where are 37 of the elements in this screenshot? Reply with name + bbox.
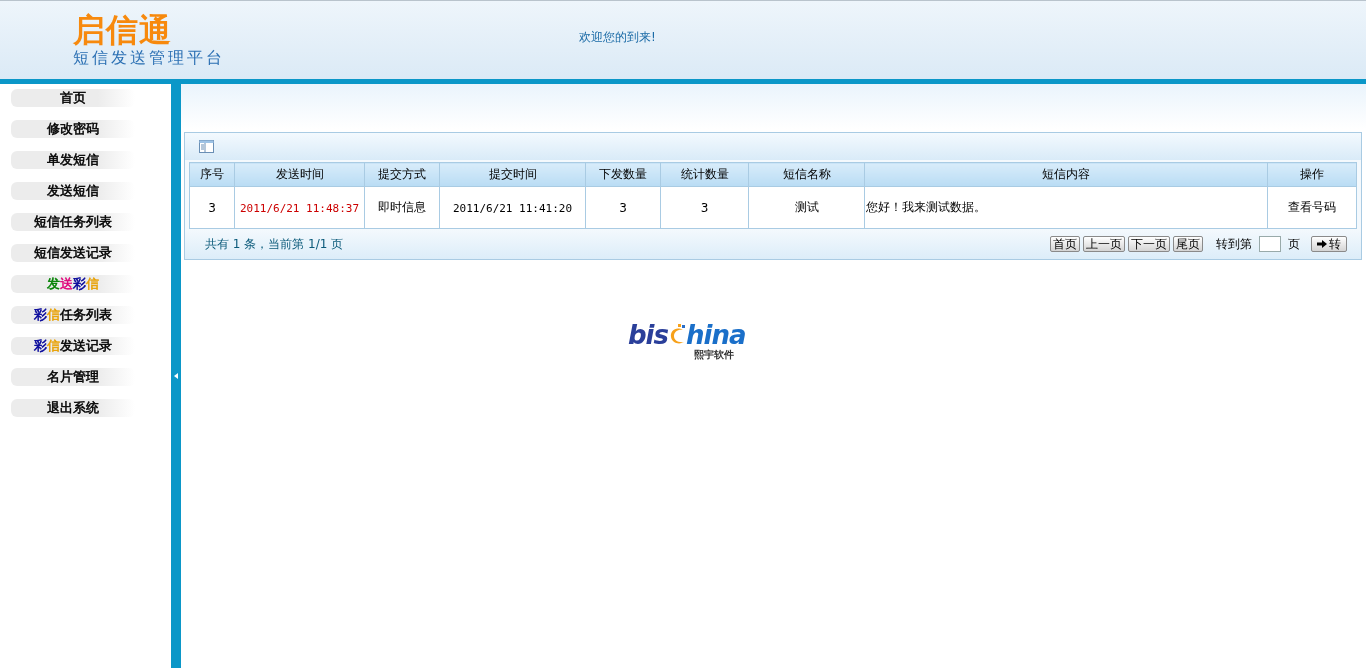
list-view-icon xyxy=(199,140,214,153)
column-header: 发送时间 xyxy=(234,162,365,187)
table-cell: 3 xyxy=(208,200,216,215)
table-cell: 即时信息 xyxy=(378,200,426,214)
page-button[interactable]: 首页 xyxy=(1050,236,1080,252)
column-header: 下发数量 xyxy=(585,162,661,187)
logo-caption: 熙宇软件 xyxy=(694,348,735,362)
logo-subtitle: 短信发送管理平台 xyxy=(73,48,226,68)
table-cell: 2011/6/21 11:48:37 xyxy=(239,201,360,215)
right-arrow-icon xyxy=(1317,240,1327,248)
view-numbers-link[interactable]: 查看号码 xyxy=(1288,200,1336,214)
logo-title: 启信通 xyxy=(73,12,173,48)
column-header: 提交时间 xyxy=(439,162,586,187)
page-button[interactable]: 下一页 xyxy=(1128,236,1170,252)
go-button[interactable]: 转 xyxy=(1311,236,1347,252)
column-header: 提交方式 xyxy=(364,162,440,187)
pager-summary: 共有 1 条，当前第 1/1 页 xyxy=(205,235,344,253)
table-cell: 3 xyxy=(700,200,709,215)
welcome-text: 欢迎您的到来! xyxy=(579,28,656,46)
table-cell: 您好！我来测试数据。 xyxy=(866,200,986,214)
column-header: 序号 xyxy=(189,162,235,187)
column-header: 操作 xyxy=(1267,162,1357,187)
page-input[interactable] xyxy=(1259,236,1281,252)
column-header: 短信名称 xyxy=(748,162,865,187)
table-cell: 2011/6/21 11:41:20 xyxy=(452,201,573,215)
page-button[interactable]: 上一页 xyxy=(1083,236,1125,252)
page-button[interactable]: 尾页 xyxy=(1173,236,1203,252)
column-header: 短信内容 xyxy=(864,162,1268,187)
logo-text: hina xyxy=(686,322,746,348)
logo-swoosh-icon xyxy=(668,324,686,346)
table-cell: 3 xyxy=(619,200,627,215)
logo-text: bis xyxy=(628,322,668,348)
column-header: 统计数量 xyxy=(660,162,749,187)
page-unit-label: 页 xyxy=(1288,235,1300,253)
collapse-arrow-icon[interactable] xyxy=(174,373,178,379)
table-cell: 测试 xyxy=(794,200,819,214)
goto-label: 转到第 xyxy=(1216,235,1252,253)
